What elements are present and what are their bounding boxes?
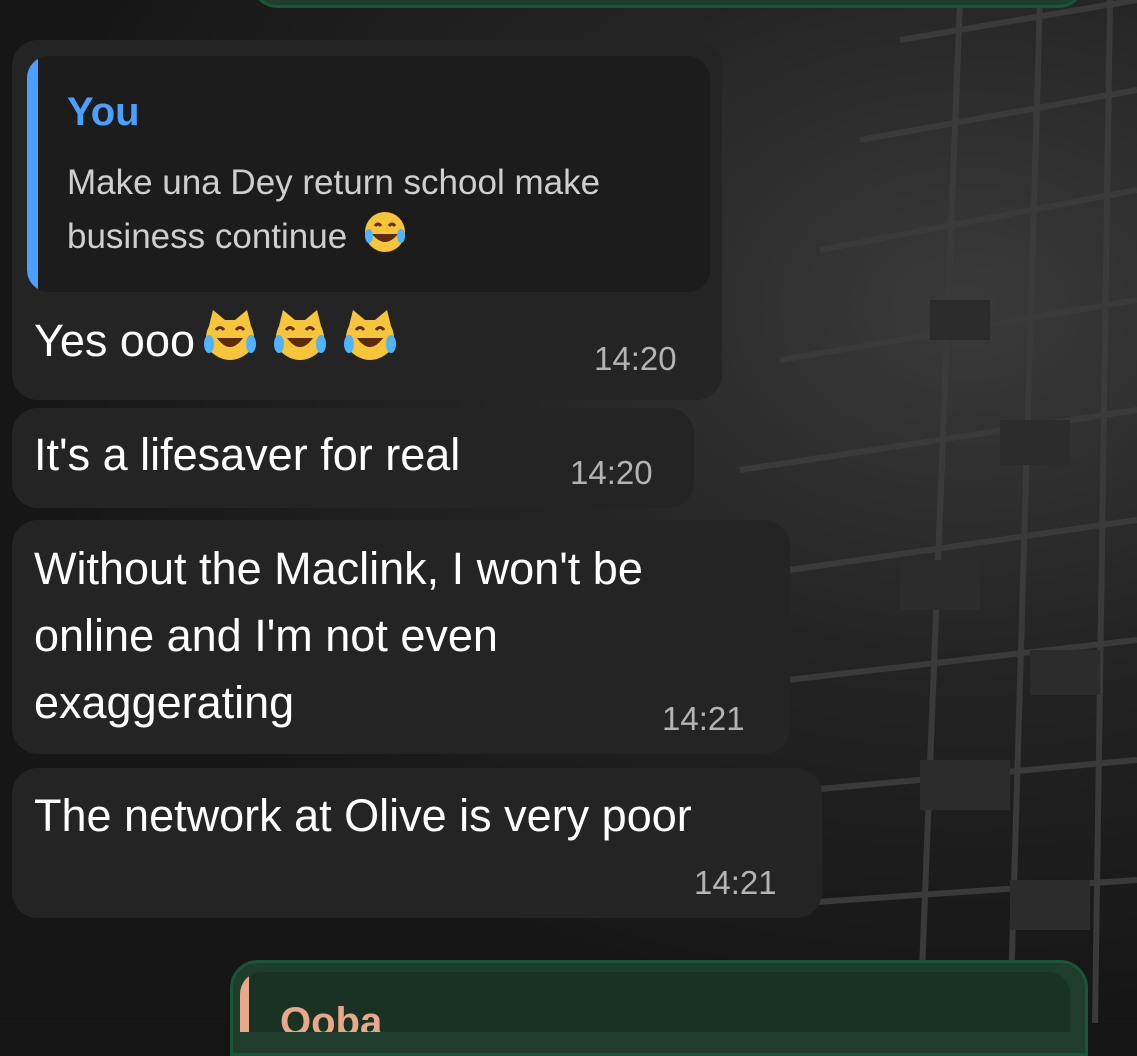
message-text: It's a lifesaver for real <box>34 429 461 480</box>
quote-author: Ooba <box>280 1000 383 1032</box>
quote-text: Make una Dey return school make business… <box>67 156 697 270</box>
quote-accent-bar <box>240 972 249 1032</box>
message-text-line: exaggerating <box>34 677 295 728</box>
cat-with-tears-of-joy-icon <box>201 308 259 380</box>
outgoing-quoted-reply[interactable]: Ooba <box>240 972 1070 1032</box>
message-text: Without the Maclink, I won't be online a… <box>34 535 643 736</box>
message-time: 14:21 <box>662 700 745 737</box>
message-text-line: Without the Maclink, I won't be <box>34 543 643 594</box>
message-text: Yes ooo <box>34 307 399 380</box>
outgoing-message-bubble-top[interactable] <box>250 0 1086 8</box>
message-time: 14:20 <box>570 454 653 491</box>
message-text-line: online and I'm not even <box>34 610 498 661</box>
message-text: The network at Olive is very poor <box>34 790 692 841</box>
message-time: 14:21 <box>694 864 777 901</box>
cat-with-tears-of-joy-icon <box>341 308 399 380</box>
quote-text-content: Make una Dey return school make business… <box>67 163 601 256</box>
quote-accent-bar <box>27 56 38 292</box>
cat-with-tears-of-joy-icon <box>271 308 329 380</box>
message-time: 14:20 <box>594 340 677 377</box>
quote-author: You <box>67 90 140 134</box>
face-with-tears-of-joy-icon <box>363 210 407 270</box>
message-text-content: Yes ooo <box>34 315 195 366</box>
quoted-reply[interactable]: You Make una Dey return school make busi… <box>27 56 710 292</box>
